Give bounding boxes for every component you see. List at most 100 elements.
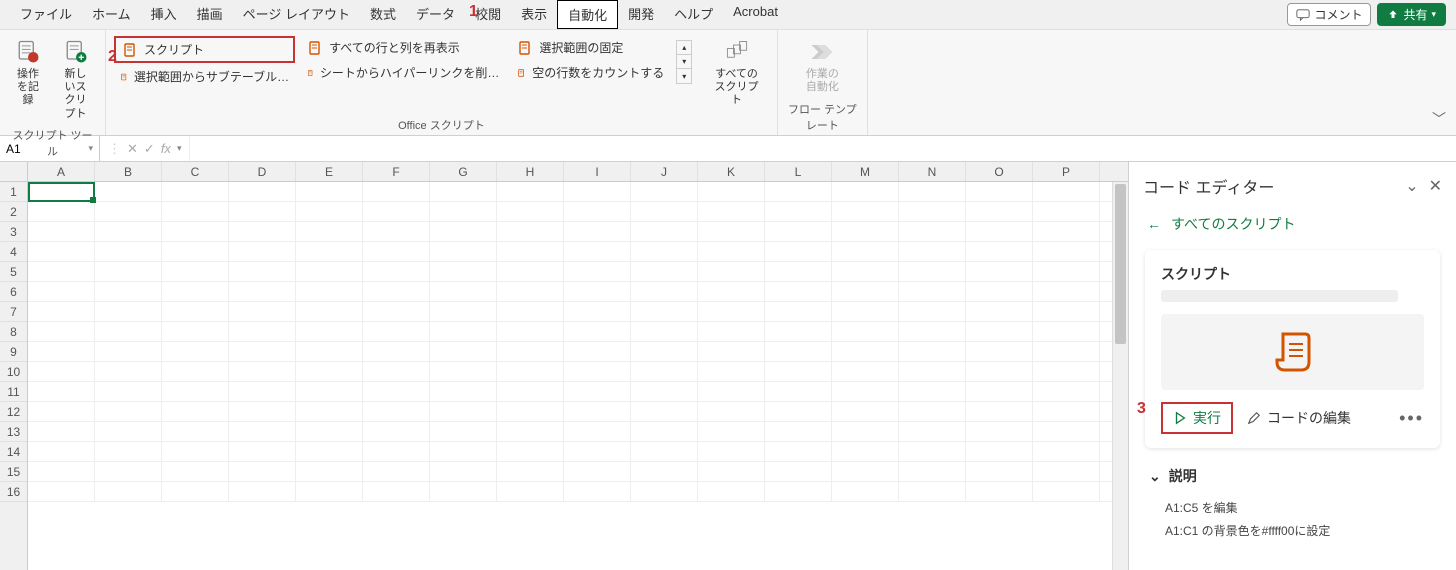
cell[interactable] [430,342,497,361]
record-actions-button[interactable]: 操作 を記録 [8,34,48,112]
cell[interactable] [229,402,296,421]
cell[interactable] [899,242,966,261]
cell[interactable] [564,402,631,421]
cell[interactable] [162,442,229,461]
column-header[interactable]: C [162,162,229,181]
cell[interactable] [162,482,229,501]
cell[interactable] [95,482,162,501]
gallery-showall-button[interactable]: すべての行と列を再表示 [301,36,505,59]
cell[interactable] [162,402,229,421]
cancel-formula-icon[interactable]: ✕ [127,141,138,157]
cell[interactable] [899,262,966,281]
cell[interactable] [832,382,899,401]
cell[interactable] [765,402,832,421]
row-header[interactable]: 7 [0,302,27,322]
cell[interactable] [229,382,296,401]
cell[interactable] [162,262,229,281]
cell[interactable] [966,402,1033,421]
cell[interactable] [28,202,95,221]
menu-item-開発[interactable]: 開発 [618,0,664,29]
cell[interactable] [430,422,497,441]
cell[interactable] [430,282,497,301]
cell[interactable] [832,482,899,501]
cell[interactable] [162,342,229,361]
cell[interactable] [363,242,430,261]
cell[interactable] [296,322,363,341]
cell[interactable] [28,242,95,261]
cell[interactable] [162,242,229,261]
row-header[interactable]: 3 [0,222,27,242]
row-header[interactable]: 16 [0,482,27,502]
select-all-corner[interactable] [0,162,28,181]
menu-item-表示[interactable]: 表示 [511,0,557,29]
cell[interactable] [363,182,430,201]
cell[interactable] [631,482,698,501]
cell[interactable] [497,442,564,461]
cell[interactable] [832,422,899,441]
cell[interactable] [229,242,296,261]
cell[interactable] [497,262,564,281]
cell[interactable] [363,302,430,321]
cell[interactable] [1033,482,1100,501]
cell[interactable] [631,242,698,261]
scrollbar-thumb[interactable] [1115,184,1126,344]
cell[interactable] [832,402,899,421]
cell[interactable] [162,282,229,301]
column-header[interactable]: G [430,162,497,181]
gallery-scroll-down-icon[interactable]: ▾ [677,55,691,69]
share-button[interactable]: 共有 ▾ [1377,3,1446,26]
cell[interactable] [966,482,1033,501]
cell[interactable] [28,222,95,241]
new-script-button[interactable]: 新しいス クリプト [54,34,97,125]
cell[interactable] [430,462,497,481]
cell[interactable] [497,202,564,221]
column-header[interactable]: D [229,162,296,181]
cell[interactable] [229,182,296,201]
cell[interactable] [1033,282,1100,301]
cell[interactable] [229,222,296,241]
cell[interactable] [229,342,296,361]
cell[interactable] [296,342,363,361]
cell[interactable] [296,282,363,301]
cell[interactable] [95,262,162,281]
cell[interactable] [765,362,832,381]
cell[interactable] [966,242,1033,261]
description-toggle[interactable]: ⌄ 説明 [1149,466,1436,486]
cell[interactable] [899,182,966,201]
cell[interactable] [95,302,162,321]
cell[interactable] [296,182,363,201]
ribbon-collapse-button[interactable]: ﹀ [1432,109,1446,129]
cell[interactable] [698,402,765,421]
cell[interactable] [1033,342,1100,361]
column-header[interactable]: J [631,162,698,181]
row-header[interactable]: 10 [0,362,27,382]
cell[interactable] [497,422,564,441]
cell[interactable] [564,302,631,321]
cell[interactable] [296,222,363,241]
cell[interactable] [564,382,631,401]
cell[interactable] [631,362,698,381]
cell[interactable] [765,302,832,321]
cell[interactable] [430,362,497,381]
cell[interactable] [832,182,899,201]
row-header[interactable]: 14 [0,442,27,462]
cell[interactable] [899,362,966,381]
cell[interactable] [966,282,1033,301]
column-header[interactable]: N [899,162,966,181]
cell[interactable] [363,442,430,461]
cell[interactable] [28,422,95,441]
cell[interactable] [698,322,765,341]
cell[interactable] [631,302,698,321]
cell[interactable] [631,322,698,341]
cell[interactable] [229,442,296,461]
gallery-countblank-button[interactable]: 空の行数をカウントする [511,61,670,84]
cell[interactable] [966,342,1033,361]
cell[interactable] [95,282,162,301]
cell[interactable] [966,422,1033,441]
cell[interactable] [966,302,1033,321]
cell[interactable] [564,482,631,501]
run-script-button[interactable]: 実行 [1161,402,1233,434]
menu-item-挿入[interactable]: 挿入 [141,0,187,29]
cell[interactable] [28,382,95,401]
cell[interactable] [631,282,698,301]
